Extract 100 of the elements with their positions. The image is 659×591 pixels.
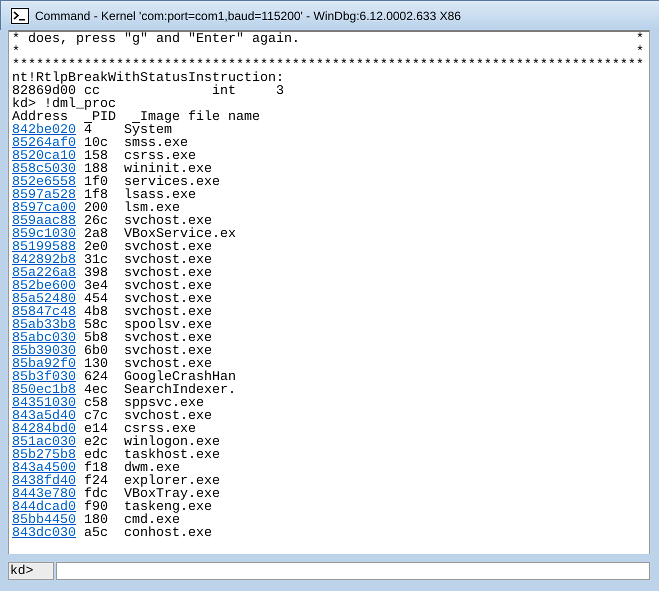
output-line: nt!RtlpBreakWithStatusInstruction: xyxy=(12,72,284,85)
address-link[interactable]: 843a5d40 xyxy=(12,410,76,423)
pid-cell-text: 3e4 xyxy=(84,280,109,293)
image-name-cell: svchost.exe xyxy=(124,345,212,358)
address-link[interactable]: 85abc030 xyxy=(12,332,76,345)
pid-cell-text: 2a8 xyxy=(84,228,109,241)
pid-cell-text: edc xyxy=(84,449,109,462)
address-link[interactable]: 850ec1b8 xyxy=(12,384,76,397)
address-link[interactable]: 852e6558 xyxy=(12,176,76,189)
output-line: * xyxy=(12,46,20,59)
image-name-cell: winlogon.exe xyxy=(124,436,220,449)
image-name-cell: explorer.exe xyxy=(124,475,220,488)
output-line: kd> !dml_proc xyxy=(12,98,116,111)
image-name-cell: svchost.exe xyxy=(124,358,212,371)
address-link[interactable]: 85b275b8 xyxy=(12,449,76,462)
pid-cell-text: 624 xyxy=(84,371,109,384)
address-link[interactable]: 85ab33b8 xyxy=(12,319,76,332)
address-link[interactable]: 85199588 xyxy=(12,241,76,254)
pid-cell-text: 6b0 xyxy=(84,345,109,358)
address-link[interactable]: 852be600 xyxy=(12,280,76,293)
address-link[interactable]: 85264af0 xyxy=(12,137,76,150)
window-title: Command - Kernel 'com:port=com1,baud=115200' - WinDbg:6.12.0002.633 X86 xyxy=(35,8,461,24)
image-name-cell: wininit.exe xyxy=(124,163,212,176)
address-link[interactable]: 85847c48 xyxy=(12,306,76,319)
pid-cell-text: c7c xyxy=(84,410,109,423)
image-name-cell: lsass.exe xyxy=(124,189,196,202)
address-link[interactable]: 85ba92f0 xyxy=(12,358,76,371)
address-link[interactable]: 851ac030 xyxy=(12,436,76,449)
image-name-cell: svchost.exe xyxy=(124,215,212,228)
command-input-field[interactable] xyxy=(56,562,650,580)
address-link[interactable]: 8520ca10 xyxy=(12,150,76,163)
image-name-cell: svchost.exe xyxy=(124,254,212,267)
pid-cell-text: 4ec xyxy=(84,384,109,397)
address-link[interactable]: 85bb4450 xyxy=(12,514,76,527)
image-name-cell: sppsvc.exe xyxy=(124,397,204,410)
image-name-cell: svchost.exe xyxy=(124,306,212,319)
pid-cell-text: e14 xyxy=(84,423,109,436)
output-line: 82869d00 cc int 3 xyxy=(12,85,284,98)
image-name-cell: svchost.exe xyxy=(124,332,212,345)
pid-cell-text: 130 xyxy=(84,358,109,371)
output-line: ******************************************************************************* xyxy=(12,59,644,72)
address-link[interactable]: 842892b8 xyxy=(12,254,76,267)
image-name-cell: SearchIndexer. xyxy=(124,384,236,397)
address-link[interactable]: 85a52480 xyxy=(12,293,76,306)
image-name-cell: VBoxTray.exe xyxy=(124,488,220,501)
address-link[interactable]: 8597a528 xyxy=(12,189,76,202)
image-name-cell: svchost.exe xyxy=(124,280,212,293)
output-text: * xyxy=(636,46,644,59)
pid-cell-text: 4b8 xyxy=(84,306,109,319)
address-link[interactable]: 844dcad0 xyxy=(12,501,76,514)
pid-cell-text: 454 xyxy=(84,293,109,306)
pid-cell-text: c58 xyxy=(84,397,109,410)
pid-cell-text: f90 xyxy=(84,501,109,514)
output-text: * xyxy=(636,33,644,46)
output-line: * does, press "g" and "Enter" again. xyxy=(12,33,300,46)
pid-cell-text: 1f8 xyxy=(84,189,109,202)
address-link[interactable]: 8438fd40 xyxy=(12,475,76,488)
column-header: Image file name xyxy=(140,111,260,124)
image-name-cell: cmd.exe xyxy=(124,514,180,527)
address-link[interactable]: 85b39030 xyxy=(12,345,76,358)
address-link[interactable]: 843a4500 xyxy=(12,462,76,475)
image-name-cell: taskhost.exe xyxy=(124,449,220,462)
address-link[interactable]: 84351030 xyxy=(12,397,76,410)
address-link[interactable]: 85b3f030 xyxy=(12,371,76,384)
column-header: Address xyxy=(12,111,68,124)
image-name-cell: csrss.exe xyxy=(124,423,196,436)
image-name-cell: lsm.exe xyxy=(124,202,180,215)
address-link[interactable]: 85a226a8 xyxy=(12,267,76,280)
pid-cell-text: 200 xyxy=(84,202,109,215)
pid-cell-text: a5c xyxy=(84,527,109,540)
image-name-cell: svchost.exe xyxy=(124,241,212,254)
image-name-cell: conhost.exe xyxy=(124,527,212,540)
pid-cell-text: 158 xyxy=(84,150,109,163)
pid-cell-text: f24 xyxy=(84,475,109,488)
pid-cell-text: 1f0 xyxy=(84,176,109,189)
image-name-cell: dwm.exe xyxy=(124,462,180,475)
prompt-label: kd> xyxy=(8,562,54,580)
pid-cell-text: 31c xyxy=(84,254,109,267)
address-link[interactable]: 859c1030 xyxy=(12,228,76,241)
address-link[interactable]: 8597ca00 xyxy=(12,202,76,215)
image-name-cell: GoogleCrashHan xyxy=(124,371,236,384)
pid-cell-text: 188 xyxy=(84,163,109,176)
address-link[interactable]: 84284bd0 xyxy=(12,423,76,436)
pid-cell-text: 4 xyxy=(84,124,92,137)
image-name-cell: smss.exe xyxy=(124,137,188,150)
address-link[interactable]: 8443e780 xyxy=(12,488,76,501)
address-link[interactable]: 858c5030 xyxy=(12,163,76,176)
command-prompt-icon xyxy=(11,8,29,24)
address-link[interactable]: 843dc030 xyxy=(12,527,76,540)
pid-cell-text: 26c xyxy=(84,215,109,228)
address-link[interactable]: 842be020 xyxy=(12,124,76,137)
pid-cell-text: 58c xyxy=(84,319,109,332)
image-name-cell: svchost.exe xyxy=(124,267,212,280)
image-name-cell: svchost.exe xyxy=(124,410,212,423)
pid-cell-text: 10c xyxy=(84,137,109,150)
image-name-cell: VBoxService.ex xyxy=(124,228,236,241)
column-header: PID xyxy=(92,111,117,124)
pid-cell-text: 180 xyxy=(84,514,109,527)
address-link[interactable]: 859aac88 xyxy=(12,215,76,228)
image-name-cell: svchost.exe xyxy=(124,293,212,306)
